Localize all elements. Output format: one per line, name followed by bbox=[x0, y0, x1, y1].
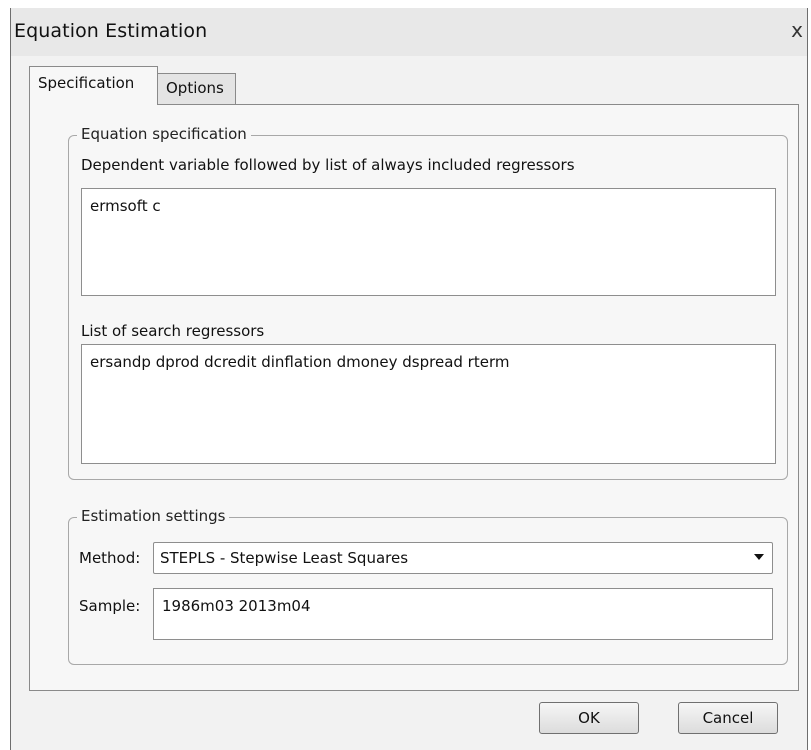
dialog-title: Equation Estimation bbox=[14, 20, 208, 42]
estimation-settings-group: Estimation settings Method: STEPLS - Ste… bbox=[68, 507, 788, 665]
tab-specification[interactable]: Specification bbox=[29, 66, 158, 105]
sample-label: Sample: bbox=[79, 597, 141, 615]
specification-panel: Equation specification Dependent variabl… bbox=[29, 104, 799, 691]
dependent-variable-value: ermsoft c bbox=[90, 197, 161, 215]
tab-options[interactable]: Options bbox=[157, 73, 236, 104]
equation-estimation-dialog: Equation Estimation x Specification Opti… bbox=[10, 8, 808, 750]
equation-specification-legend: Equation specification bbox=[77, 125, 251, 143]
method-label: Method: bbox=[79, 549, 141, 567]
sample-value: 1986m03 2013m04 bbox=[162, 597, 311, 615]
cancel-button[interactable]: Cancel bbox=[678, 702, 778, 734]
method-select[interactable]: STEPLS - Stepwise Least Squares bbox=[153, 542, 773, 574]
title-bar: Equation Estimation x bbox=[11, 8, 807, 56]
ok-button[interactable]: OK bbox=[539, 702, 639, 734]
search-regressors-input[interactable]: ersandp dprod dcredit dinflation dmoney … bbox=[81, 344, 776, 464]
search-regressors-value: ersandp dprod dcredit dinflation dmoney … bbox=[90, 353, 510, 371]
close-icon[interactable]: x bbox=[791, 18, 803, 42]
equation-specification-group: Equation specification Dependent variabl… bbox=[68, 125, 788, 480]
method-value: STEPLS - Stepwise Least Squares bbox=[160, 549, 409, 567]
dependent-variable-input[interactable]: ermsoft c bbox=[81, 188, 776, 296]
dependent-variable-label: Dependent variable followed by list of a… bbox=[81, 156, 575, 174]
sample-input[interactable]: 1986m03 2013m04 bbox=[153, 588, 773, 640]
estimation-settings-legend: Estimation settings bbox=[77, 507, 230, 525]
search-regressors-label: List of search regressors bbox=[81, 322, 265, 340]
chevron-down-icon[interactable] bbox=[754, 554, 764, 560]
